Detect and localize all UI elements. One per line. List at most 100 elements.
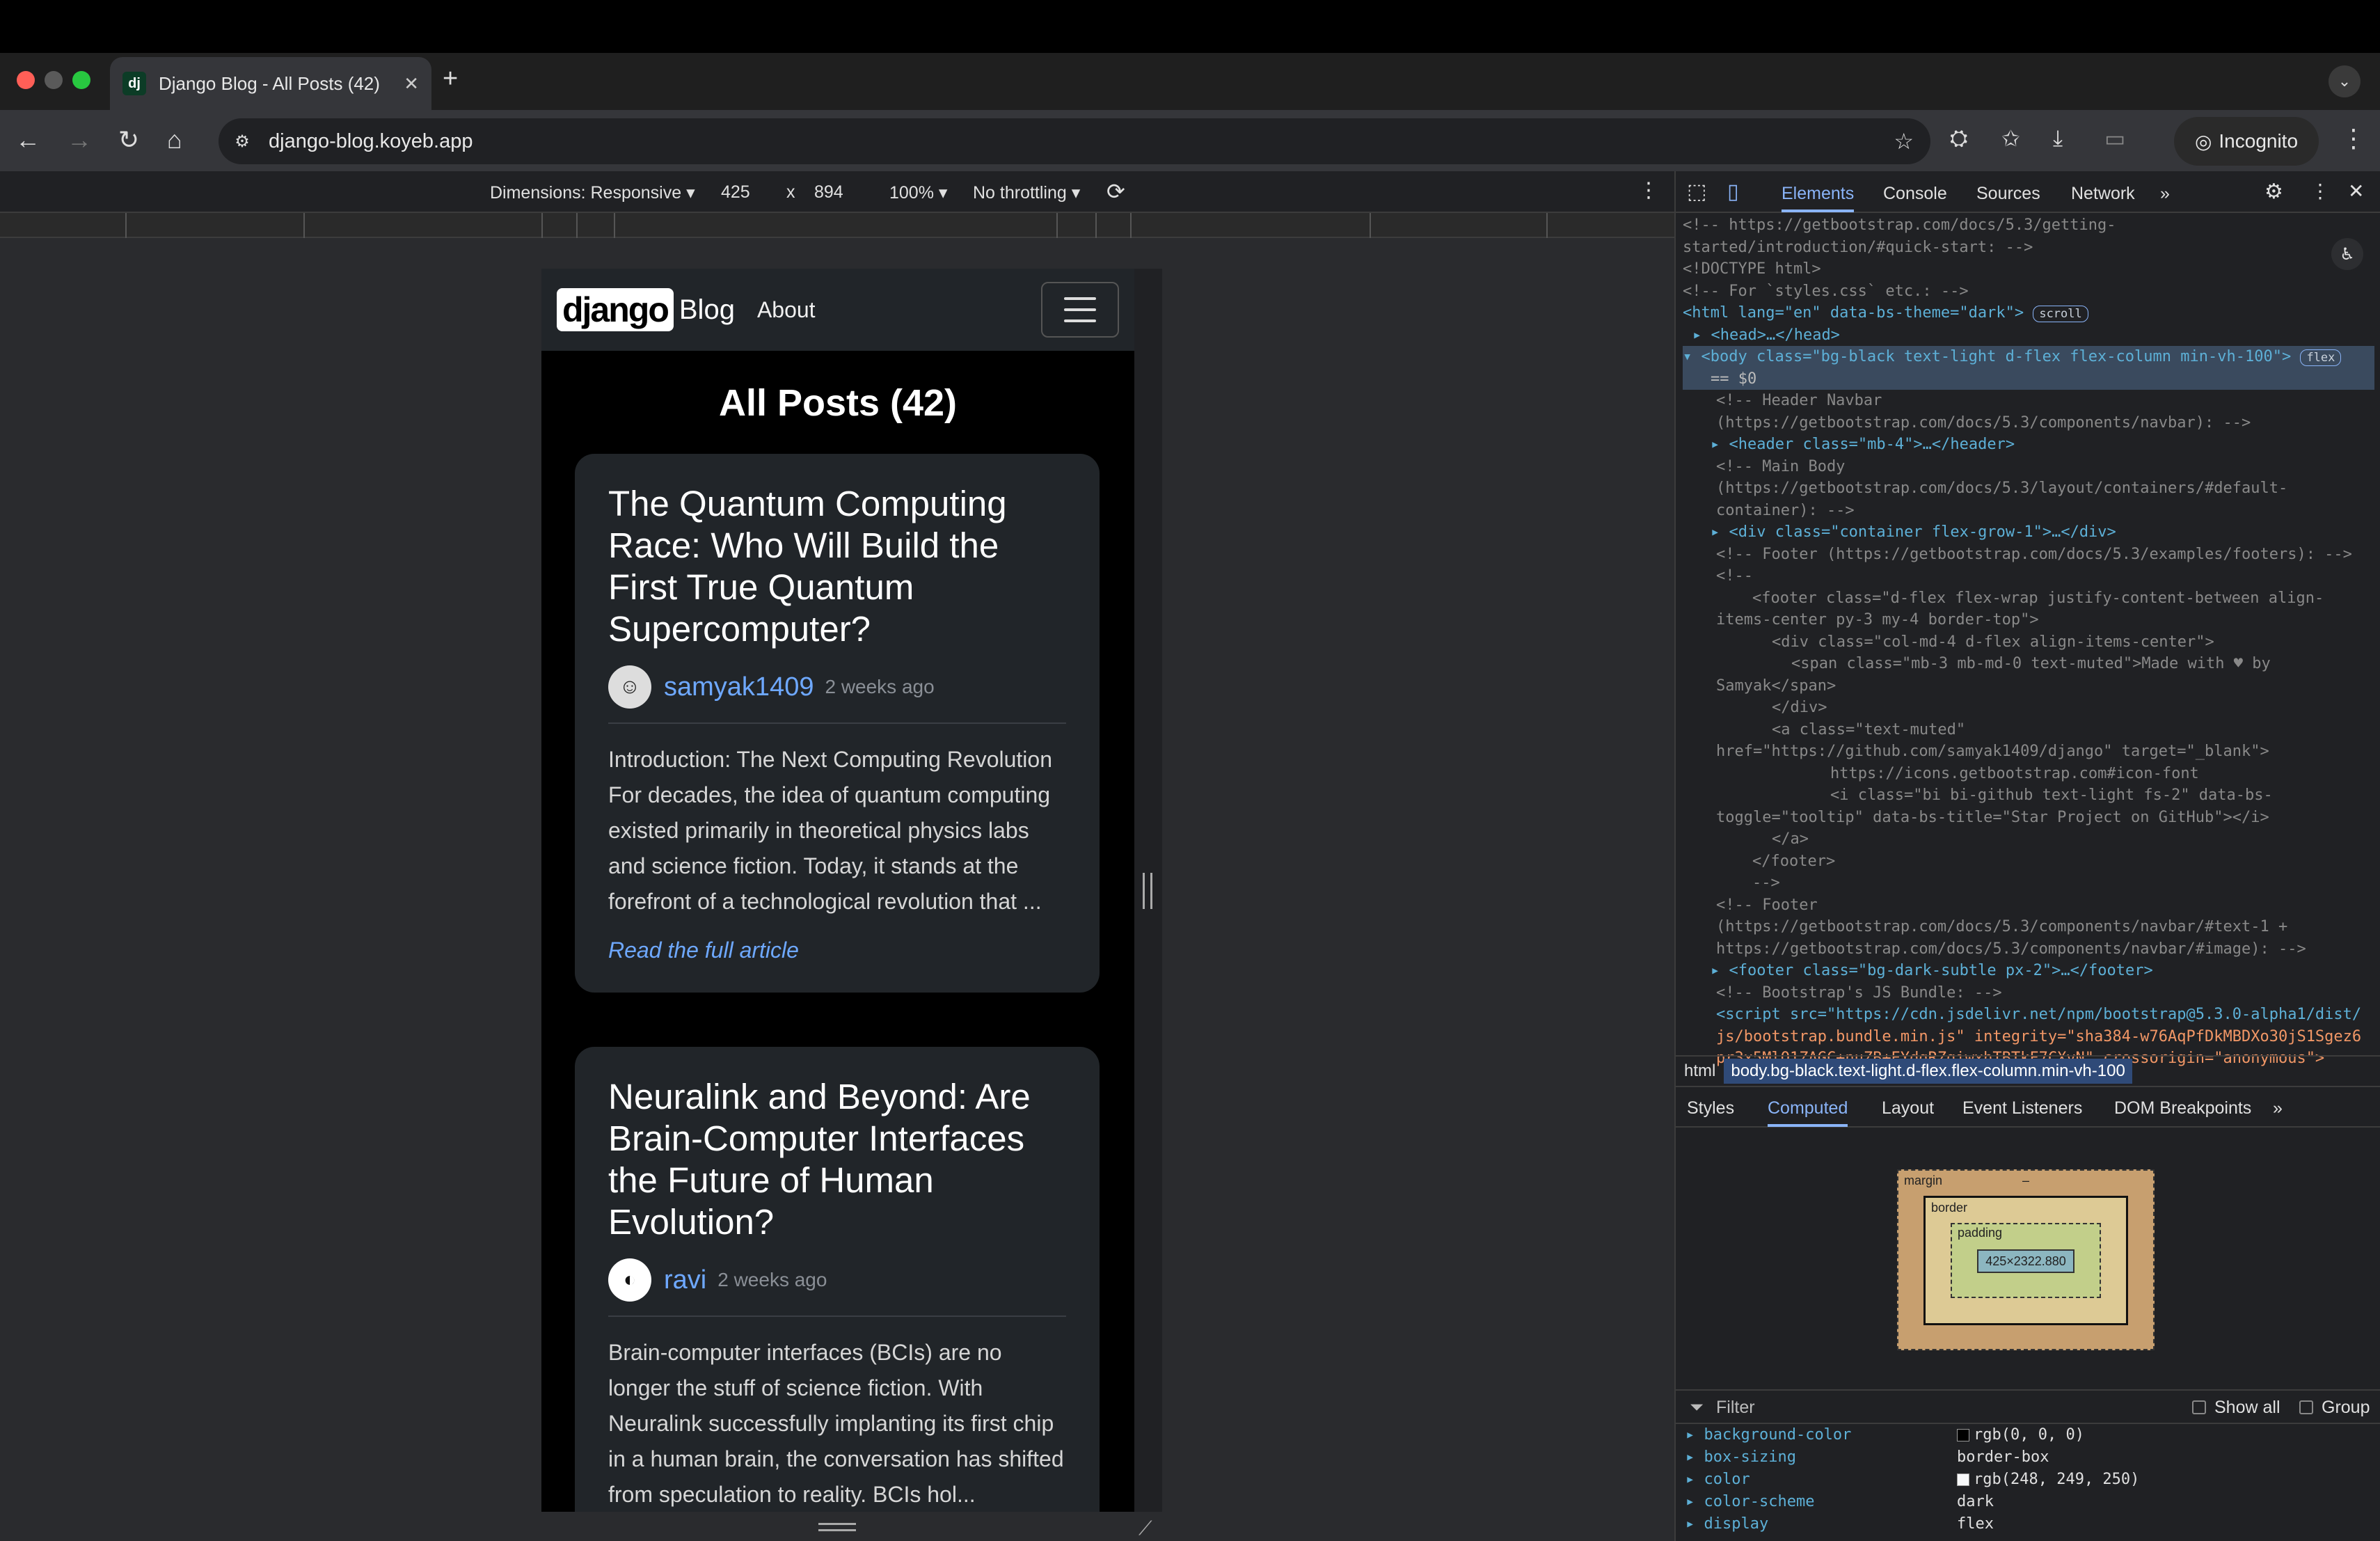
computed-row[interactable]: ▸ color-scheme dark [1676, 1491, 2380, 1513]
subtab-dom-breakpoints[interactable]: DOM Breakpoints [2114, 1098, 2251, 1119]
dom-line[interactable]: https://icons.getbootstrap.com#icon-font [1683, 763, 2374, 785]
inspect-element-icon[interactable]: ⬚ [1687, 180, 1706, 204]
browser-tab[interactable]: dj Django Blog - All Posts (42) ✕ [110, 57, 431, 110]
dimensions-dropdown[interactable]: Dimensions: Responsive ▾ [490, 182, 695, 203]
back-icon[interactable]: ← [15, 125, 40, 155]
subtab-styles[interactable]: Styles [1687, 1098, 1734, 1119]
breadcrumb-html[interactable]: html [1676, 1061, 1724, 1081]
home-icon[interactable]: ⌂ [167, 125, 182, 155]
dom-line[interactable]: <!-- https://getbootstrap.com/docs/5.3/g… [1683, 214, 2374, 237]
dom-line[interactable]: (https://getbootstrap.com/docs/5.3/compo… [1683, 412, 2374, 434]
django-logo[interactable]: django [557, 288, 674, 331]
dom-line[interactable]: <div class="col-md-4 d-flex align-items-… [1683, 631, 2374, 654]
dom-line[interactable]: href="https://github.com/samyak1409/djan… [1683, 741, 2374, 763]
dom-line[interactable]: <html lang="en" data-bs-theme="dark"> sc… [1683, 302, 2374, 324]
zoom-dropdown[interactable]: 100% ▾ [889, 182, 947, 203]
scroll-badge[interactable]: scroll [2033, 306, 2088, 322]
post-author-link[interactable]: samyak1409 [664, 672, 814, 702]
dom-line[interactable]: <!-- [1683, 565, 2374, 587]
tab-network[interactable]: Network [2071, 184, 2135, 204]
hamburger-menu-icon[interactable] [1041, 282, 1119, 338]
width-input[interactable]: 425 [721, 182, 750, 203]
minimize-window-button[interactable] [45, 71, 63, 89]
dom-line[interactable]: items-center py-3 my-4 border-top"> [1683, 609, 2374, 631]
box-model-border[interactable]: border padding 425×2322.880 [1923, 1196, 2128, 1325]
rotate-icon[interactable]: ⟳ [1106, 178, 1125, 205]
url-text[interactable]: django-blog.koyeb.app [269, 130, 473, 153]
read-more-link[interactable]: Read the full article [608, 938, 1066, 963]
tab-sources[interactable]: Sources [1976, 184, 2040, 204]
site-info-icon[interactable]: ⚙ [228, 127, 256, 155]
post-title[interactable]: Neuralink and Beyond: Are Brain-Computer… [608, 1076, 1066, 1243]
computed-row[interactable]: ▸ background-color rgb(0, 0, 0) [1676, 1424, 2380, 1446]
group-checkbox[interactable] [2299, 1400, 2313, 1414]
devtools-close-icon[interactable]: ✕ [2348, 180, 2364, 203]
dom-line-selected[interactable]: ▾ <body class="bg-black text-light d-fle… [1683, 346, 2374, 368]
dom-line[interactable]: </footer> [1683, 851, 2374, 873]
cast-icon[interactable]: ▭ [2104, 125, 2125, 152]
new-tab-icon[interactable]: + [443, 64, 458, 94]
tab-close-icon[interactable]: ✕ [404, 73, 419, 95]
bookmark-star-icon[interactable]: ☆ [1894, 128, 1914, 155]
tab-elements[interactable]: Elements [1782, 184, 1855, 212]
dom-line[interactable]: (https://getbootstrap.com/docs/5.3/compo… [1683, 916, 2374, 938]
height-input[interactable]: 894 [814, 182, 843, 203]
dom-line[interactable]: started/introduction/#quick-start: --> [1683, 237, 2374, 259]
download-icon[interactable]: ⤓ [2053, 125, 2063, 152]
dom-line[interactable]: js/bootstrap.bundle.min.js" integrity="s… [1683, 1026, 2374, 1048]
computed-row[interactable]: ▸ box-sizing border-box [1676, 1446, 2380, 1469]
subtab-event-listeners[interactable]: Event Listeners [1962, 1098, 2082, 1119]
breadcrumb-body[interactable]: body.bg-black.text-light.d-flex.flex-col… [1724, 1059, 2132, 1084]
device-toggle-icon[interactable]: ▯ [1727, 180, 1739, 204]
dom-line[interactable]: <script src="https://cdn.jsdelivr.net/np… [1683, 1004, 2374, 1026]
filter-input[interactable]: Filter [1716, 1398, 1755, 1418]
flex-badge[interactable]: flex [2300, 349, 2342, 366]
dom-line[interactable]: <!-- Footer (https://getbootstrap.com/do… [1683, 544, 2374, 566]
tab-search-icon[interactable]: ⌄ [2329, 65, 2361, 97]
dom-line[interactable]: ▸ <div class="container flex-grow-1">…</… [1683, 521, 2374, 544]
color-swatch[interactable] [1957, 1473, 1969, 1486]
computed-row[interactable]: ▸ display flex [1676, 1513, 2380, 1535]
dom-line[interactable]: Samyak</span> [1683, 675, 2374, 697]
more-subtabs-icon[interactable]: » [2273, 1098, 2283, 1119]
dom-line[interactable]: <!-- Bootstrap's JS Bundle: --> [1683, 982, 2374, 1004]
resize-handle-bottom[interactable] [818, 1523, 856, 1531]
color-swatch[interactable] [1957, 1429, 1969, 1441]
box-model-content[interactable]: 425×2322.880 [1977, 1249, 2074, 1273]
dom-line[interactable]: (https://getbootstrap.com/docs/5.3/layou… [1683, 477, 2374, 500]
more-tabs-icon[interactable]: » [2160, 184, 2170, 204]
forward-icon[interactable]: → [67, 125, 92, 155]
bookmarks-icon[interactable]: ✩ [2001, 125, 2020, 152]
close-window-button[interactable] [17, 71, 35, 89]
zoom-window-button[interactable] [72, 71, 90, 89]
incognito-badge[interactable]: ◎ Incognito [2174, 117, 2319, 166]
dom-line[interactable]: <!DOCTYPE html> [1683, 258, 2374, 280]
dom-line[interactable]: --> [1683, 872, 2374, 894]
box-model-margin[interactable]: margin – border padding 425×2322.880 [1897, 1169, 2155, 1350]
post-author-link[interactable]: ravi [664, 1265, 706, 1295]
dom-line[interactable]: <!-- Footer [1683, 894, 2374, 917]
extension-icon[interactable]: ⛭ [1950, 125, 1968, 152]
subtab-layout[interactable]: Layout [1882, 1098, 1934, 1119]
dom-line[interactable]: <!-- Header Navbar [1683, 390, 2374, 412]
dom-line[interactable]: </a> [1683, 828, 2374, 851]
reload-icon[interactable]: ↻ [118, 125, 139, 155]
address-bar[interactable]: ⚙ django-blog.koyeb.app ☆ [219, 118, 1930, 164]
dom-line[interactable]: <a class="text-muted" [1683, 719, 2374, 741]
dom-line[interactable]: ▸ <head>…</head> [1683, 324, 2374, 347]
browser-menu-icon[interactable]: ⋮ [2341, 124, 2366, 153]
throttling-dropdown[interactable]: No throttling ▾ [973, 182, 1080, 203]
dom-line[interactable]: https://getbootstrap.com/docs/5.3/compon… [1683, 938, 2374, 961]
box-model-padding[interactable]: padding 425×2322.880 [1951, 1223, 2101, 1298]
dom-line[interactable]: <footer class="d-flex flex-wrap justify-… [1683, 587, 2374, 610]
dom-line[interactable]: <!-- Main Body [1683, 456, 2374, 478]
post-title[interactable]: The Quantum Computing Race: Who Will Bui… [608, 483, 1066, 650]
device-toolbar-menu-icon[interactable]: ⋮ [1638, 178, 1659, 203]
dom-line[interactable]: <span class="mb-3 mb-md-0 text-muted">Ma… [1683, 653, 2374, 675]
media-query-ruler[interactable] [0, 213, 1674, 238]
subtab-computed[interactable]: Computed [1768, 1098, 1848, 1127]
show-all-checkbox[interactable] [2192, 1400, 2206, 1414]
dom-line[interactable]: toggle="tooltip" data-bs-title="Star Pro… [1683, 807, 2374, 829]
dom-line[interactable]: <!-- For `styles.css` etc.: --> [1683, 280, 2374, 303]
devtools-menu-icon[interactable]: ⋮ [2310, 180, 2330, 203]
